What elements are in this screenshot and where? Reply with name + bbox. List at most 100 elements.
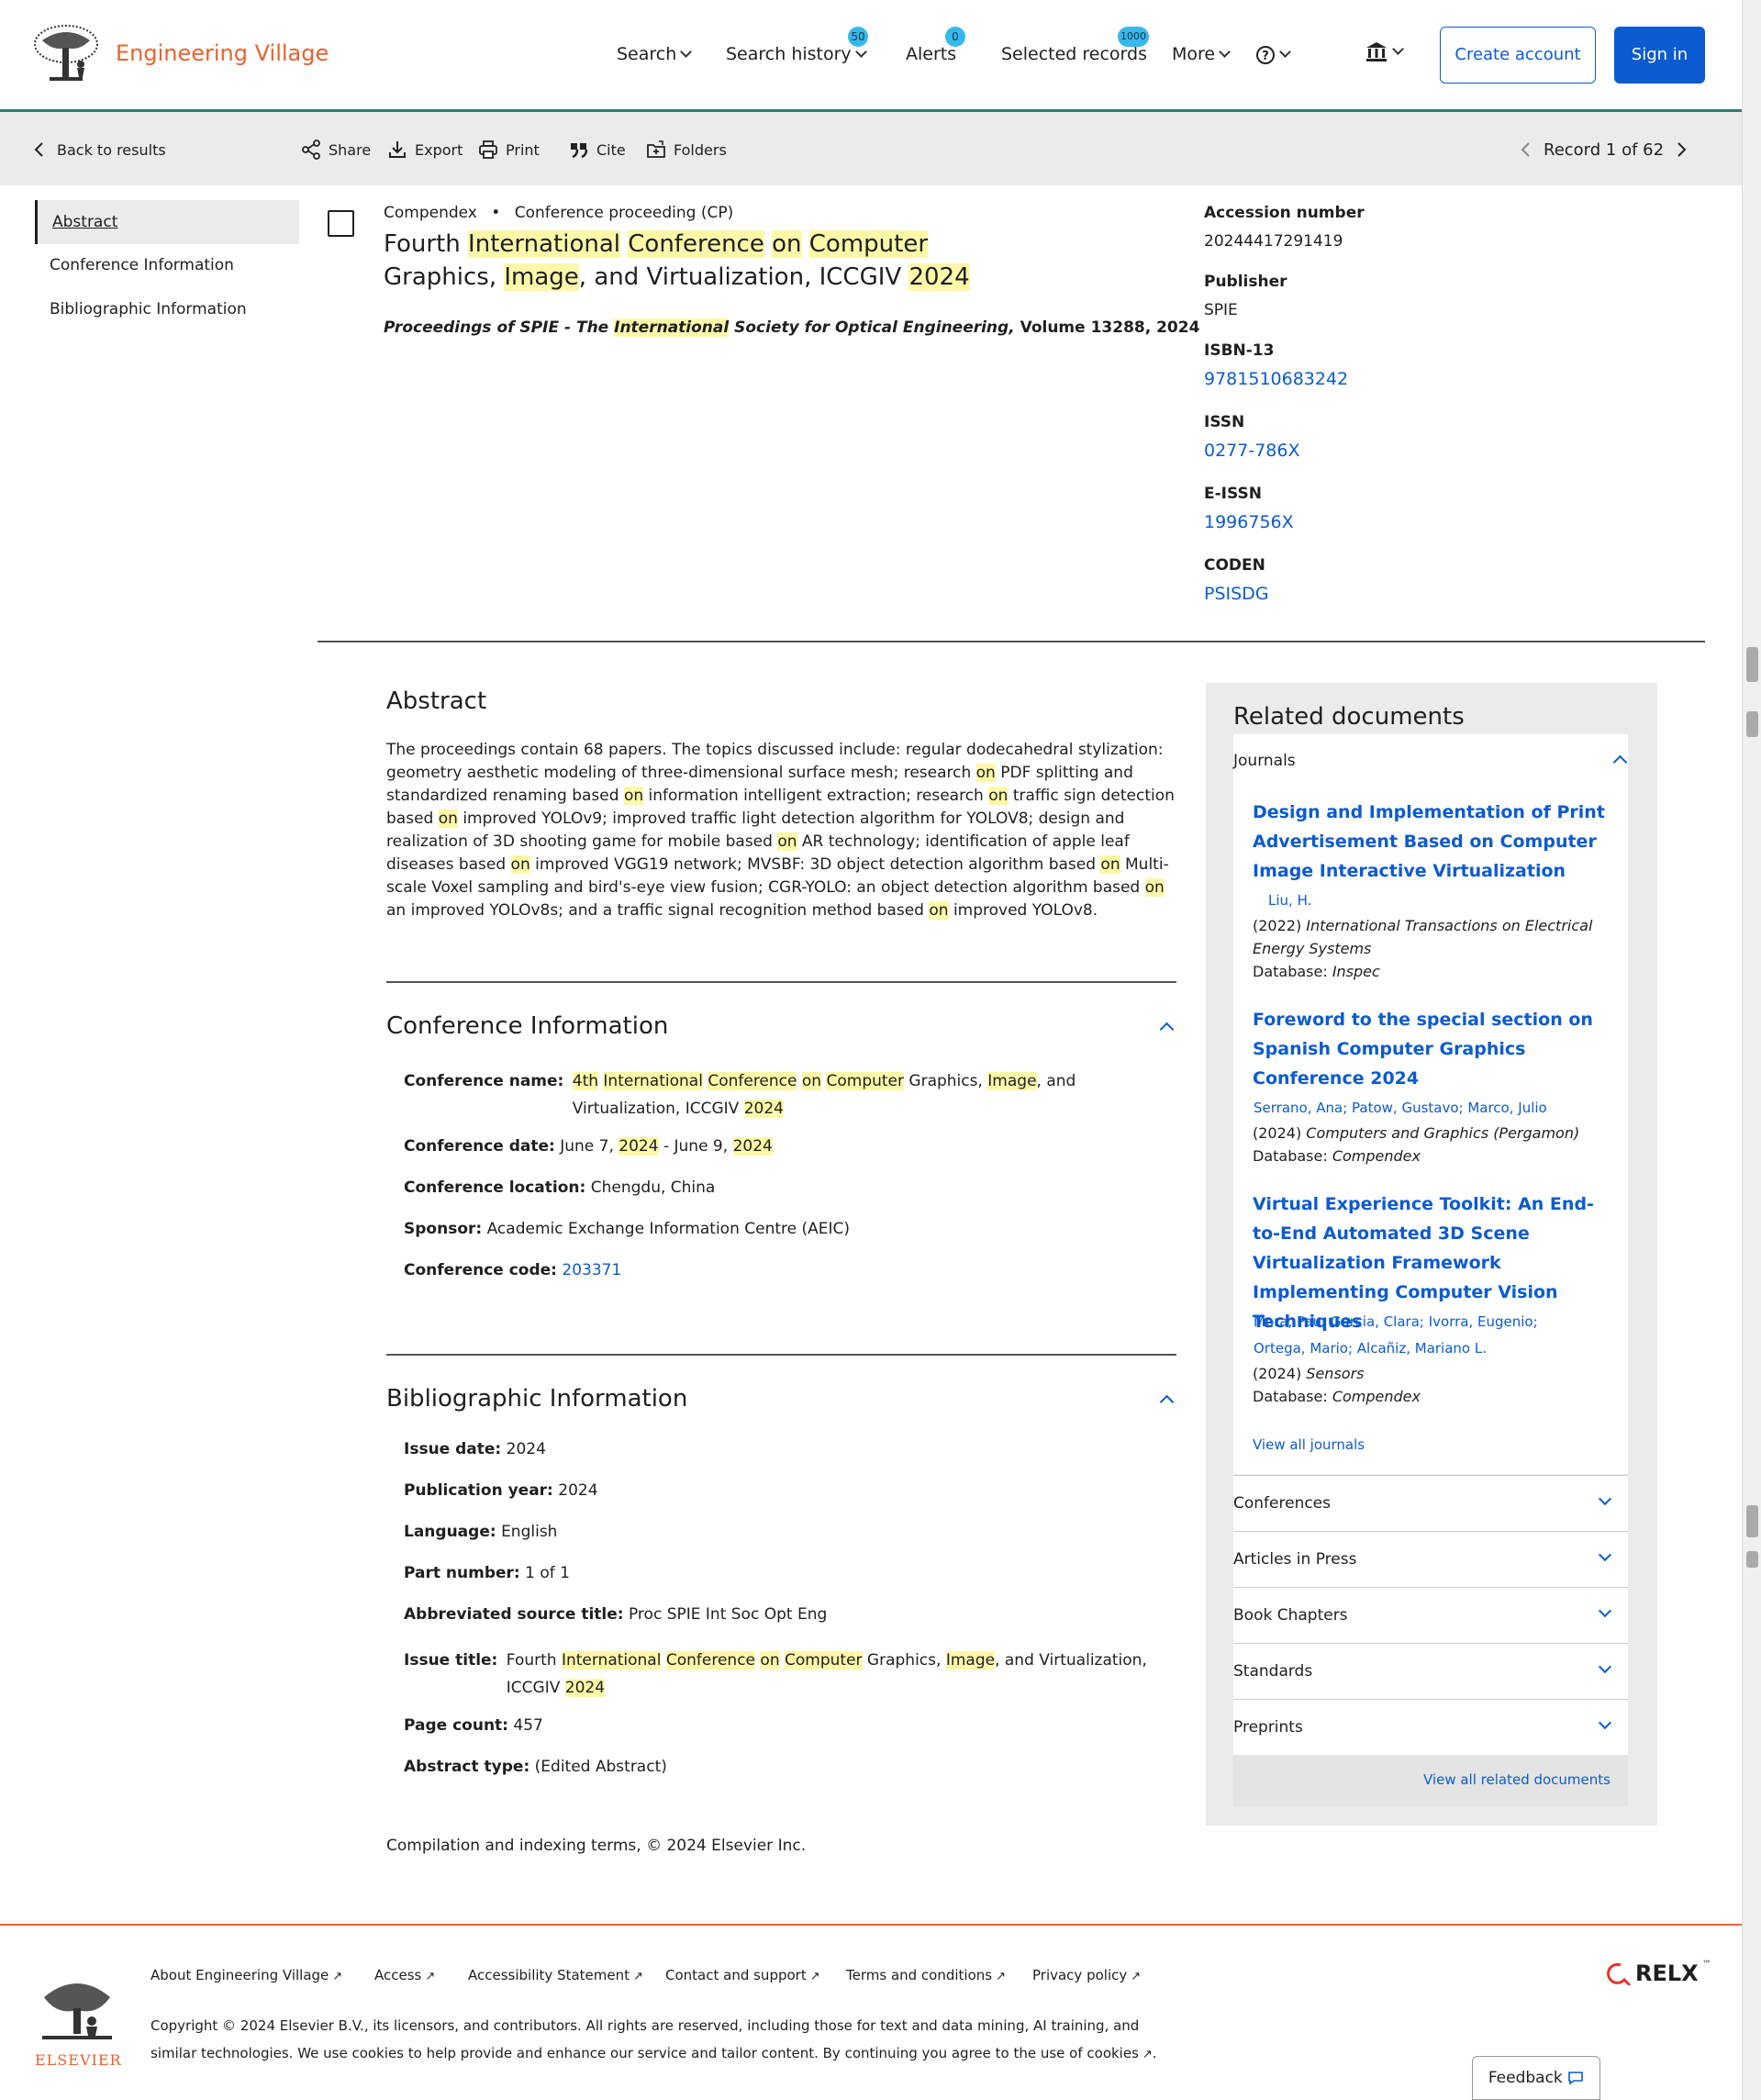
isbn-label: ISBN-13 <box>1204 341 1275 360</box>
folders-button[interactable]: Folders <box>646 140 727 160</box>
related-document-author[interactable]: Serrano, Ana; Patow, Gustavo; Marco, Jul… <box>1254 1100 1547 1116</box>
source-volume: Volume 13288, 2024 <box>1014 318 1200 337</box>
conference-code-link[interactable]: 203371 <box>562 1261 621 1279</box>
print-button[interactable]: Print <box>478 140 540 160</box>
left-nav-conference-information[interactable]: Conference Information <box>35 243 299 287</box>
related-category-preprints[interactable]: Preprints <box>1233 1699 1628 1755</box>
name-part: Virtualization, ICCGIV <box>572 1100 744 1118</box>
page-scrollbar[interactable] <box>1742 0 1761 2100</box>
abstract-text: The proceedings contain 68 papers. The t… <box>386 741 1175 920</box>
title-highlight: Image <box>504 263 579 291</box>
brand-name[interactable]: Engineering Village <box>116 40 329 66</box>
scrollbar-thumb[interactable] <box>1746 1505 1758 1537</box>
eissn-link[interactable]: 1996756X <box>1204 512 1294 532</box>
footer-link-about[interactable]: About Engineering Village ↗ <box>150 1967 342 1983</box>
page-count-label: Page count: <box>404 1716 508 1735</box>
footer-link-label: About Engineering Village <box>150 1967 329 1983</box>
share-button[interactable]: Share <box>301 140 371 160</box>
chevron-down-icon <box>1392 42 1404 55</box>
feedback-button[interactable]: Feedback <box>1472 2056 1600 2100</box>
part-number-value: 1 of 1 <box>525 1564 570 1582</box>
chevron-down-icon <box>1598 1659 1612 1674</box>
database-name: Compendex <box>384 204 477 222</box>
scrollbar-thumb[interactable] <box>1746 711 1758 737</box>
issn-link[interactable]: 0277-786X <box>1204 441 1300 461</box>
select-record-checkbox[interactable] <box>328 210 354 237</box>
sponsor-label: Sponsor: <box>404 1220 483 1238</box>
nav-more[interactable]: More <box>1172 44 1231 64</box>
relx-logo[interactable]: RELX ™ <box>1606 1960 1711 1986</box>
related-document-author[interactable]: Ortega, Mario; Alcañiz, Mariano L. <box>1254 1340 1487 1357</box>
footer-link-label: Contact and support <box>665 1967 807 1983</box>
related-category-standards[interactable]: Standards <box>1233 1643 1628 1699</box>
collapse-chevron-icon[interactable] <box>1159 1022 1175 1037</box>
left-nav-abstract[interactable]: Abstract <box>35 200 299 244</box>
help-menu[interactable]: ? <box>1255 44 1291 65</box>
issn-label: ISSN <box>1204 413 1245 431</box>
name-part: Graphics, <box>904 1072 988 1090</box>
database-value: Compendex <box>1332 1147 1421 1165</box>
search-term-highlight: on <box>929 901 949 920</box>
folders-label: Folders <box>674 140 727 159</box>
record-title-line-1: Fourth International Conference on Compu… <box>384 228 970 261</box>
nav-selected-records[interactable]: Selected records <box>1001 44 1147 64</box>
category-label: Book Chapters <box>1233 1606 1348 1625</box>
related-category-conferences[interactable]: Conferences <box>1233 1475 1628 1531</box>
related-category-book-chapters[interactable]: Book Chapters <box>1233 1587 1628 1643</box>
language-value: English <box>501 1523 558 1541</box>
nav-search[interactable]: Search <box>617 44 693 64</box>
related-document-year: (2024) <box>1253 1365 1302 1382</box>
issue-title-label: Issue title: <box>404 1651 498 1670</box>
issue-title-part: Fourth <box>506 1651 562 1670</box>
left-nav-bibliographic-information[interactable]: Bibliographic Information <box>35 287 299 331</box>
search-term-highlight: on <box>623 787 644 805</box>
publication-year-value: 2024 <box>558 1481 598 1500</box>
footer-link-terms[interactable]: Terms and conditions ↗ <box>846 1967 1006 1983</box>
scrollbar-thumb[interactable] <box>1746 647 1758 682</box>
export-button[interactable]: Export <box>387 140 463 160</box>
previous-record-icon[interactable] <box>1516 140 1536 160</box>
source-title-part: Society for Optical Engineering, <box>729 318 1015 337</box>
elsevier-logo-icon[interactable] <box>33 1970 121 2061</box>
external-link-icon: ↗ <box>809 1970 820 1983</box>
accession-number-value: 20244417291419 <box>1204 232 1343 251</box>
related-document-source: (2024) Computers and Graphics (Pergamon) <box>1253 1122 1620 1145</box>
footer-link-privacy[interactable]: Privacy policy ↗ <box>1032 1967 1141 1983</box>
search-term-highlight: on <box>777 832 797 851</box>
related-document-title[interactable]: Foreword to the special section on Spani… <box>1253 1005 1620 1093</box>
sign-in-button[interactable]: Sign in <box>1614 27 1705 84</box>
abbreviated-source-title-label: Abbreviated source title: <box>404 1605 624 1624</box>
isbn-link[interactable]: 9781510683242 <box>1204 369 1348 389</box>
institution-menu[interactable] <box>1365 40 1404 62</box>
view-all-related-documents-link[interactable]: View all related documents <box>1423 1771 1611 1788</box>
scrollbar-thumb[interactable] <box>1746 1551 1758 1568</box>
engineering-village-logo-icon[interactable] <box>33 24 99 84</box>
footer-link-label: Privacy policy <box>1032 1967 1128 1983</box>
collapse-chevron-icon[interactable] <box>1159 1394 1175 1410</box>
related-document-author[interactable]: Mora, Pau; Garcia, Clara; Ivorra, Eugeni… <box>1254 1313 1538 1330</box>
issue-date-field: Issue date: 2024 <box>404 1440 546 1458</box>
journals-toggle[interactable]: Journals <box>1233 752 1296 770</box>
view-all-journals-link[interactable]: View all journals <box>1253 1436 1365 1453</box>
footer-link-contact[interactable]: Contact and support ↗ <box>665 1967 820 1983</box>
back-to-results-link[interactable]: Back to results <box>29 140 166 160</box>
related-document-author[interactable]: Liu, H. <box>1268 892 1311 909</box>
footer-link-accessibility[interactable]: Accessibility Statement ↗ <box>468 1967 643 1983</box>
related-document-title[interactable]: Design and Implementation of Print Adver… <box>1253 798 1620 886</box>
record-position: Record 1 of 62 <box>1544 140 1665 160</box>
next-record-icon[interactable] <box>1671 140 1691 160</box>
issue-title-part: Graphics, <box>862 1651 946 1670</box>
create-account-button[interactable]: Create account <box>1440 27 1596 84</box>
chevron-down-icon <box>1598 1715 1612 1730</box>
category-label: Conferences <box>1233 1494 1332 1513</box>
external-link-icon[interactable]: ↗ <box>1142 2048 1153 2061</box>
coden-link[interactable]: PSISDG <box>1204 584 1269 604</box>
nav-search-history[interactable]: Search history <box>726 44 867 64</box>
footer-link-access[interactable]: Access ↗ <box>374 1967 435 1983</box>
nav-alerts[interactable]: Alerts <box>906 44 956 64</box>
feedback-label: Feedback <box>1488 2069 1563 2087</box>
chevron-left-icon <box>34 142 43 157</box>
related-category-articles-in-press[interactable]: Articles in Press <box>1233 1531 1628 1587</box>
related-document-database: Database: Compendex <box>1253 1385 1620 1408</box>
cite-button[interactable]: Cite <box>569 140 626 160</box>
